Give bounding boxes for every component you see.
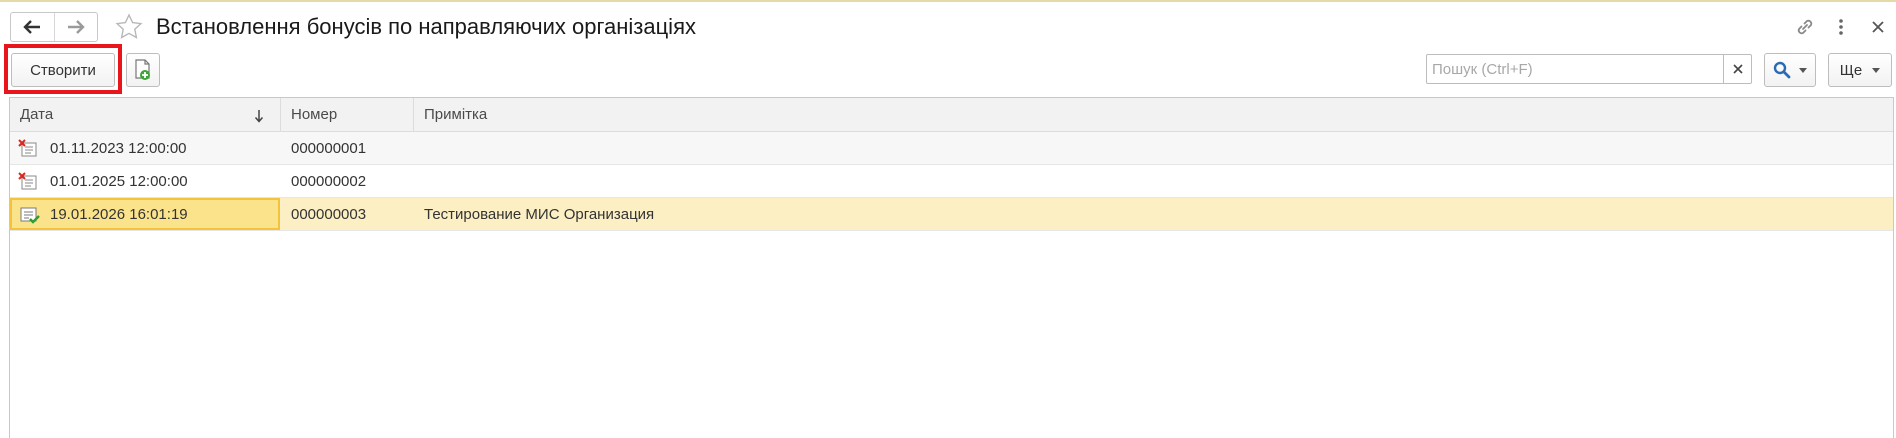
table-row-selected[interactable]: 19.01.2026 16:01:19 000000003 Тестирован…: [10, 198, 1893, 231]
document-marked-for-deletion-icon: [18, 172, 37, 190]
forward-button[interactable]: [53, 13, 97, 41]
search-clear-button[interactable]: [1723, 55, 1751, 83]
column-header-number[interactable]: Номер: [281, 98, 414, 131]
table-header: Дата Номер Примітка: [10, 98, 1893, 132]
row-date: 01.11.2023 12:00:00: [50, 139, 187, 157]
highlight-box: [4, 44, 122, 94]
column-header-date[interactable]: Дата: [10, 98, 281, 131]
row-note: Тестирование МИС Организация: [424, 205, 655, 223]
column-header-note[interactable]: Примітка: [414, 98, 1893, 131]
documents-table: Дата Номер Примітка 01.11.2023 12:00:00 …: [9, 97, 1894, 438]
table-row[interactable]: 01.11.2023 12:00:00 000000001: [10, 132, 1893, 165]
row-number: 000000003: [291, 205, 367, 223]
arrow-left-icon: [23, 20, 41, 34]
close-icon: [1872, 21, 1884, 33]
page-title: Встановлення бонусів по направляючих орг…: [156, 14, 696, 39]
navigation-buttons: [10, 12, 98, 42]
document-add-icon: [135, 59, 150, 80]
row-number: 000000001: [291, 139, 367, 157]
title-bar: Встановлення бонусів по направляючих орг…: [0, 2, 1896, 46]
back-button[interactable]: [11, 13, 54, 41]
table-row[interactable]: 01.01.2025 12:00:00 000000002: [10, 165, 1893, 198]
document-posted-icon: [20, 207, 40, 224]
more-button-label: Ще: [1839, 61, 1863, 79]
more-button[interactable]: Ще: [1828, 53, 1892, 87]
clear-icon: [1732, 64, 1743, 74]
magnifier-icon: [1773, 61, 1791, 79]
search-field: [1426, 54, 1752, 84]
search-input[interactable]: [1427, 55, 1724, 83]
row-number: 000000002: [291, 172, 367, 190]
favorite-button[interactable]: [114, 12, 144, 42]
row-date: 19.01.2026 16:01:19: [50, 205, 188, 223]
create-copy-button[interactable]: [126, 53, 160, 87]
chevron-down-icon: [1799, 67, 1807, 73]
sort-descending-icon: [254, 110, 264, 123]
link-icon: [1797, 19, 1813, 35]
link-button[interactable]: [1792, 14, 1818, 40]
vertical-dots-icon: [1839, 19, 1843, 35]
row-date: 01.01.2025 12:00:00: [50, 172, 188, 190]
document-marked-for-deletion-icon: [18, 139, 37, 157]
more-actions-button[interactable]: [1828, 14, 1854, 40]
arrow-right-icon: [67, 20, 85, 34]
search-mode-button[interactable]: [1764, 53, 1816, 87]
chevron-down-icon: [1872, 67, 1881, 73]
star-icon: [115, 13, 143, 39]
close-button[interactable]: [1865, 14, 1891, 40]
